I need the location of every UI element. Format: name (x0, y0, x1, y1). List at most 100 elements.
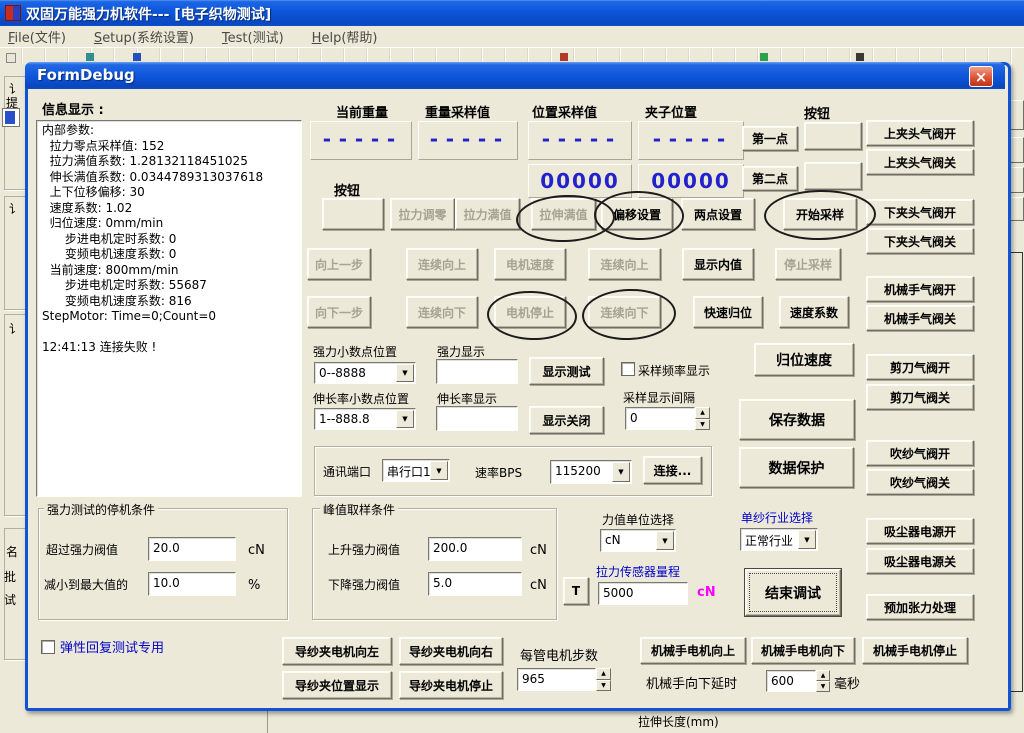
drop-to-max-input[interactable]: 10.0 (148, 572, 236, 596)
comm-port-label: 通讯端口 (323, 463, 371, 480)
sensor-range-unit: cN (697, 585, 716, 600)
robot-delay-input[interactable]: 600 (766, 670, 816, 692)
info-display-text: 内部参数: 拉力零点采样值: 152 拉力满值系数: 1.28132118451… (42, 123, 299, 494)
elong-decimal-select[interactable]: 1--888.8 (314, 408, 416, 430)
connect-button[interactable]: 连接... (643, 456, 702, 484)
spin-down-icon[interactable] (695, 419, 710, 431)
force-display-label: 强力显示 (437, 343, 485, 360)
force-decimal-select[interactable]: 0--8888 (314, 362, 416, 384)
spin-up-icon[interactable] (695, 407, 710, 419)
robot-stop-button[interactable]: 机械手电机停止 (862, 637, 968, 664)
quick-home-button[interactable]: 快速归位 (693, 296, 763, 328)
sample-interval-input[interactable]: 0 (625, 407, 695, 430)
lower-clamp-valve-close-button[interactable]: 下夹头气阀关 (866, 228, 974, 254)
point2-button[interactable]: 第二点 (742, 166, 798, 191)
sample-freq-label: 采样频率显示 (638, 362, 710, 379)
force-unit-label: 力值单位选择 (602, 511, 674, 528)
two-point-setting-button[interactable]: 两点设置 (681, 198, 755, 230)
drop-to-max-label: 减小到最大值的 (44, 576, 128, 593)
robot-valve-open-button[interactable]: 机械手气阀开 (866, 276, 974, 302)
display-close-button[interactable]: 显示关闭 (529, 406, 604, 434)
robot-up-button[interactable]: 机械手电机向上 (640, 637, 746, 664)
vacuum-power-off-button[interactable]: 吸尘器电源关 (866, 548, 974, 574)
offset-setting-button[interactable]: 偏移设置 (601, 198, 673, 230)
current-weight-label: 当前重量 (336, 102, 388, 121)
upper-clamp-valve-open-button[interactable]: 上夹头气阀开 (866, 120, 974, 146)
upper-clamp-valve-close-button[interactable]: 上夹头气阀关 (866, 149, 974, 175)
current-weight-display: ----- (310, 121, 412, 160)
speed-factor-button[interactable]: 速度系数 (779, 296, 849, 328)
chevron-down-icon[interactable] (798, 530, 816, 549)
blank-button-2[interactable] (804, 162, 862, 190)
show-internal-value-button[interactable]: 显示内值 (682, 248, 754, 280)
point1-button[interactable]: 第一点 (742, 126, 798, 151)
chevron-down-icon[interactable] (396, 410, 414, 428)
home-speed-button[interactable]: 归位速度 (754, 343, 854, 376)
robot-valve-close-button[interactable]: 机械手气阀关 (866, 305, 974, 331)
sample-freq-checkbox[interactable] (621, 362, 635, 376)
yarn-clamp-stop-button[interactable]: 导纱夹电机停止 (399, 671, 503, 699)
robot-down-button[interactable]: 机械手电机向下 (751, 637, 855, 664)
clamp-position-display: ----- (638, 121, 744, 160)
force-full-button: 拉力满值 (455, 198, 520, 230)
scissor-valve-open-button[interactable]: 剪刀气阀开 (866, 354, 974, 380)
chevron-down-icon[interactable] (656, 531, 674, 550)
scissor-valve-close-button[interactable]: 剪刀气阀关 (866, 384, 974, 410)
stop-sampling-button: 停止采样 (775, 248, 841, 280)
yarn-clamp-right-button[interactable]: 导纱夹电机向右 (399, 637, 503, 665)
info-display-box[interactable]: 内部参数: 拉力零点采样值: 152 拉力满值系数: 1.28132118451… (36, 120, 302, 497)
spin-down-icon[interactable] (596, 680, 611, 692)
t-button[interactable]: T (563, 577, 589, 605)
info-display-label: 信息显示 : (42, 99, 104, 118)
step-up-button: 向上一步 (307, 248, 371, 280)
pretension-button[interactable]: 预加张力处理 (866, 594, 974, 620)
end-debug-button[interactable]: 结束调试 (745, 569, 841, 616)
motor-steps-input[interactable]: 965 (517, 668, 596, 691)
sensor-range-input[interactable]: 5000 (598, 582, 688, 605)
fall-force-input[interactable]: 5.0 (428, 572, 522, 596)
robot-delay-unit: 毫秒 (834, 673, 860, 692)
save-data-button[interactable]: 保存数据 (739, 399, 855, 440)
elastic-recovery-label: 弹性回复测试专用 (60, 637, 164, 656)
position-sample-label: 位置采样值 (532, 102, 597, 121)
chevron-down-icon[interactable] (612, 462, 630, 482)
sample-interval-label: 采样显示间隔 (623, 389, 695, 406)
robot-delay-spinner[interactable] (816, 670, 830, 692)
spin-down-icon[interactable] (816, 681, 830, 692)
display-test-button[interactable]: 显示测试 (529, 357, 604, 385)
motor-steps-spinner[interactable] (596, 668, 611, 691)
weight-sample-label: 重量采样值 (425, 102, 490, 121)
force-unit-select[interactable]: cN (600, 529, 676, 552)
force-decimal-label: 强力小数点位置 (313, 343, 397, 360)
yarn-industry-select[interactable]: 正常行业 (740, 528, 818, 551)
blow-yarn-valve-open-button[interactable]: 吹纱气阀开 (866, 440, 974, 466)
blank-button-1[interactable] (804, 122, 862, 150)
comm-port-select[interactable]: 串行口1 (382, 459, 450, 482)
chevron-down-icon[interactable] (430, 461, 448, 480)
fall-force-label: 下降强力阀值 (328, 576, 400, 593)
bps-select[interactable]: 115200 (550, 460, 632, 484)
yarn-clamp-position-button[interactable]: 导纱夹位置显示 (282, 671, 392, 699)
over-force-unit: cN (248, 543, 265, 558)
chevron-down-icon[interactable] (396, 364, 414, 382)
elong-display-input[interactable] (436, 406, 518, 431)
spin-up-icon[interactable] (596, 668, 611, 680)
data-protect-button[interactable]: 数据保护 (739, 447, 854, 488)
vacuum-power-on-button[interactable]: 吸尘器电源开 (866, 518, 974, 544)
rise-force-input[interactable]: 200.0 (428, 537, 522, 561)
yarn-clamp-left-button[interactable]: 导纱夹电机向左 (282, 637, 392, 665)
motor-steps-label: 每管电机步数 (520, 645, 598, 664)
force-zero-button: 拉力调零 (390, 198, 455, 230)
spin-up-icon[interactable] (816, 670, 830, 681)
continuous-down-button: 连续向下 (406, 296, 478, 328)
start-sampling-button[interactable]: 开始采样 (783, 198, 857, 230)
elastic-recovery-checkbox[interactable] (41, 640, 55, 654)
position-sample-display: ----- (528, 121, 632, 160)
lower-clamp-valve-open-button[interactable]: 下夹头气阀开 (866, 199, 974, 225)
blank-button-3[interactable] (322, 198, 384, 230)
blow-yarn-valve-close-button[interactable]: 吹纱气阀关 (866, 469, 974, 495)
force-display-input[interactable] (436, 359, 518, 384)
step-down-button: 向下一步 (307, 296, 371, 328)
sample-interval-spinner[interactable] (695, 407, 710, 430)
over-force-input[interactable]: 20.0 (148, 537, 236, 561)
